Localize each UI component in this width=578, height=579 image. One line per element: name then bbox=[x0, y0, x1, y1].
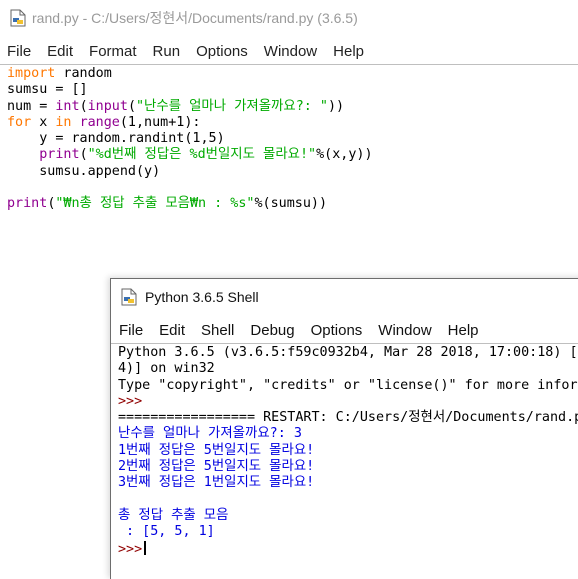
shell-window-title: Python 3.6.5 Shell bbox=[145, 289, 259, 305]
shell-menu-shell[interactable]: Shell bbox=[201, 322, 234, 339]
shell-output-line: : [5, 5, 1] bbox=[118, 524, 215, 540]
editor-menu-window[interactable]: Window bbox=[264, 43, 317, 60]
shell-titlebar[interactable]: Python 3.6.5 Shell bbox=[111, 279, 578, 315]
editor-window-title: rand.py - C:/Users/정현서/Documents/rand.py… bbox=[32, 10, 358, 26]
shell-menu-edit[interactable]: Edit bbox=[159, 322, 185, 339]
shell-output-line: 2번째 정답은 5번일지도 몰라요! bbox=[118, 459, 315, 475]
shell-output-line: 1번째 정답은 5번일지도 몰라요! bbox=[118, 442, 315, 458]
shell-menu-help[interactable]: Help bbox=[448, 322, 479, 339]
shell-output-line: 난수를 얼마나 가져올까요?: 3 bbox=[118, 426, 302, 442]
code-line-6: print("%d번째 정답은 %d번일지도 몰라요!"%(x,y)) bbox=[39, 147, 373, 163]
shell-prompt: >>> bbox=[118, 393, 143, 409]
editor-titlebar[interactable]: rand.py - C:/Users/정현서/Documents/rand.py… bbox=[0, 0, 578, 36]
text-cursor bbox=[144, 540, 147, 555]
editor-code-area[interactable]: import random sumsu = [] num = int(input… bbox=[7, 66, 577, 213]
code-line-5: y = random.randint(1,5) bbox=[7, 131, 225, 147]
editor-menu-help[interactable]: Help bbox=[333, 43, 364, 60]
shell-menu-file[interactable]: File bbox=[119, 322, 143, 339]
editor-menu-edit[interactable]: Edit bbox=[47, 43, 73, 60]
shell-output-area[interactable]: Python 3.6.5 (v3.6.5:f59c0932b4, Mar 28 … bbox=[118, 345, 578, 558]
editor-menu-file[interactable]: File bbox=[7, 43, 31, 60]
shell-menu-divider bbox=[111, 343, 578, 344]
code-line-7: sumsu.append(y) bbox=[7, 163, 161, 179]
shell-output-line: 3번째 정답은 1번일지도 몰라요! bbox=[118, 475, 315, 491]
editor-menu-format[interactable]: Format bbox=[89, 43, 137, 60]
shell-prompt: >>> bbox=[118, 541, 143, 557]
shell-banner-line: Type "copyright", "credits" or "license(… bbox=[118, 377, 578, 393]
editor-menu-run[interactable]: Run bbox=[153, 43, 181, 60]
editor-menubar: File Edit Format Run Options Window Help bbox=[0, 38, 578, 64]
shell-output-line: 총 정답 추출 모음 bbox=[118, 507, 229, 523]
shell-banner-line: 4)] on win32 bbox=[118, 361, 215, 377]
shell-menu-debug[interactable]: Debug bbox=[250, 322, 294, 339]
editor-menu-divider bbox=[0, 64, 578, 65]
shell-menu-window[interactable]: Window bbox=[378, 322, 431, 339]
editor-menu-options[interactable]: Options bbox=[196, 43, 248, 60]
shell-window[interactable]: Python 3.6.5 Shell File Edit Shell Debug… bbox=[110, 278, 578, 579]
code-line-9: print("₩n총 정답 추출 모음₩n : %s"%(sumsu)) bbox=[7, 196, 328, 212]
code-line-4: for x in range(1,num+1): bbox=[7, 114, 201, 130]
shell-menubar: File Edit Shell Debug Options Window Hel… bbox=[111, 317, 578, 343]
code-line-3: num = int(input("난수를 얼마나 가져올까요?: ")) bbox=[7, 98, 345, 114]
code-line-1: import random bbox=[7, 66, 112, 81]
python-file-icon bbox=[10, 9, 26, 27]
code-line-2: sumsu = [] bbox=[7, 82, 88, 98]
shell-banner-line: Python 3.6.5 (v3.6.5:f59c0932b4, Mar 28 … bbox=[118, 345, 578, 360]
shell-restart-line: ================= RESTART: C:/Users/정현서/… bbox=[118, 410, 578, 426]
shell-menu-options[interactable]: Options bbox=[311, 322, 363, 339]
python-shell-icon bbox=[121, 288, 137, 306]
